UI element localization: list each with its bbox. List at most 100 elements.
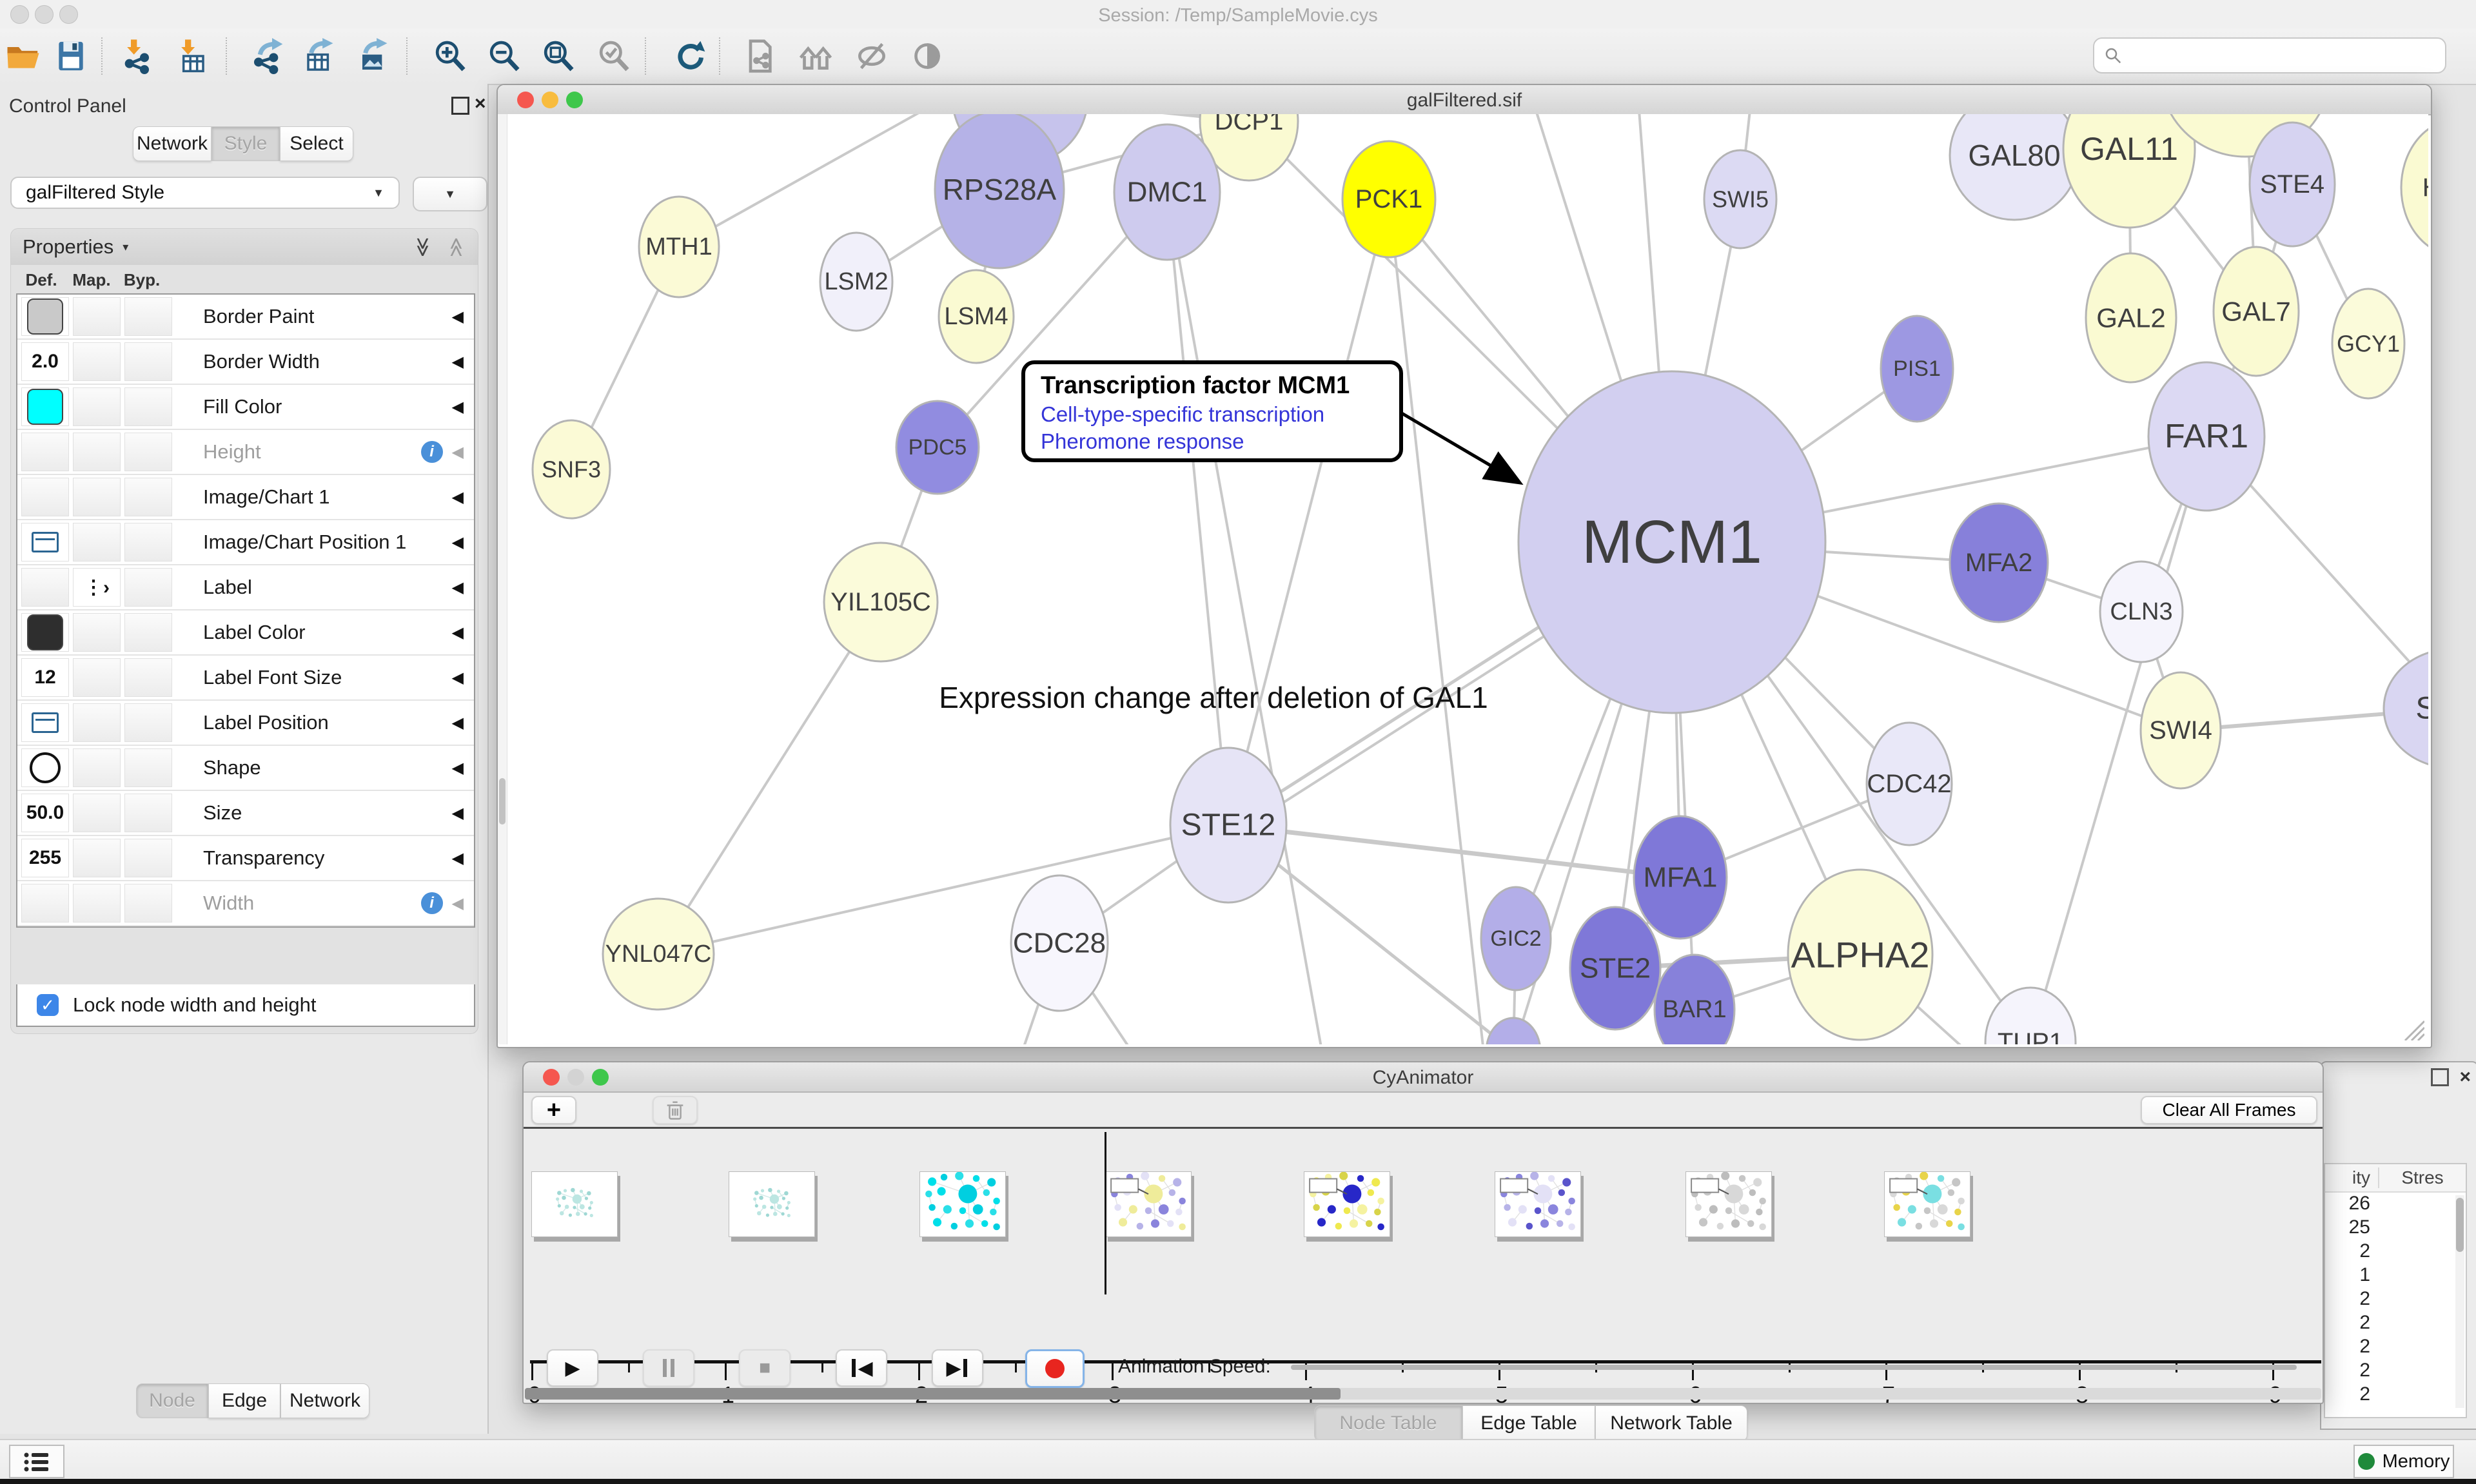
- expand-all-icon[interactable]: ≫: [411, 237, 434, 257]
- task-history-button[interactable]: [9, 1445, 64, 1478]
- search-field[interactable]: [2093, 37, 2446, 73]
- expand-row-icon[interactable]: ◀: [452, 353, 464, 371]
- node-gal11[interactable]: GAL11: [2063, 114, 2195, 228]
- node-ste4[interactable]: STE4: [2250, 122, 2335, 246]
- expand-row-icon[interactable]: ◀: [452, 849, 464, 868]
- tab-node-table[interactable]: Node Table: [1314, 1405, 1462, 1441]
- record-button[interactable]: [1025, 1349, 1085, 1388]
- node-ste12[interactable]: STE12: [1170, 748, 1286, 903]
- tab-node[interactable]: Node: [136, 1383, 208, 1418]
- expand-row-icon[interactable]: ◀: [452, 488, 464, 507]
- property-row-shape[interactable]: Shape◀: [17, 746, 474, 791]
- refresh-icon[interactable]: [671, 36, 709, 76]
- node-bar1[interactable]: BAR1: [1655, 955, 1734, 1044]
- timeline[interactable]: 0123456789 Seconds: [524, 1129, 2323, 1348]
- property-row-image-chart-position-1[interactable]: Image/Chart Position 1◀: [17, 520, 474, 565]
- lock-size-checkbox[interactable]: ✓: [37, 994, 59, 1016]
- annotation-box[interactable]: Transcription factor MCM1 Cell-type-spec…: [1021, 360, 1403, 462]
- properties-header[interactable]: Properties ▾ ≫ ≪: [11, 229, 478, 265]
- node-gal2[interactable]: GAL2: [2086, 253, 2176, 382]
- column-header[interactable]: ity: [2325, 1167, 2370, 1188]
- delete-frame-button[interactable]: [653, 1096, 698, 1124]
- table-row[interactable]: 2: [2325, 1312, 2466, 1336]
- next-frame-button[interactable]: ▶: [932, 1349, 983, 1387]
- frame-thumbnail-3[interactable]: [919, 1171, 1006, 1237]
- zoom-in-icon[interactable]: [431, 36, 469, 76]
- info-icon[interactable]: i: [421, 892, 443, 914]
- node-rps28a[interactable]: RPS28A: [935, 114, 1064, 268]
- frame-thumbnail-7[interactable]: [1685, 1171, 1772, 1237]
- property-row-height[interactable]: Heighti◀: [17, 430, 474, 475]
- expand-row-icon[interactable]: ◀: [452, 443, 464, 462]
- close-panel-icon[interactable]: ×: [475, 94, 486, 113]
- expand-row-icon[interactable]: ◀: [452, 398, 464, 416]
- animation-speed-slider[interactable]: [1291, 1365, 2297, 1370]
- table-row[interactable]: 2: [2325, 1360, 2466, 1383]
- tab-network[interactable]: Network: [133, 126, 211, 161]
- table-row[interactable]: 1: [2325, 1264, 2466, 1288]
- node-gic2[interactable]: GIC2: [1481, 887, 1551, 990]
- zoom-out-icon[interactable]: [485, 36, 524, 76]
- property-row-border-paint[interactable]: Border Paint◀: [17, 295, 474, 340]
- table-row[interactable]: 2: [2325, 1383, 2466, 1407]
- search-input[interactable]: [2123, 44, 2445, 66]
- node-cdc28[interactable]: CDC28: [1011, 875, 1108, 1011]
- property-row-label-font-size[interactable]: 12Label Font Size◀: [17, 656, 474, 701]
- play-button[interactable]: ▶: [547, 1349, 598, 1387]
- property-row-label[interactable]: ⋮›Label◀: [17, 565, 474, 610]
- cyanimator-titlebar[interactable]: CyAnimator: [524, 1062, 2323, 1093]
- close-panel-icon[interactable]: ×: [2459, 1068, 2471, 1087]
- property-row-label-color[interactable]: Label Color◀: [17, 610, 474, 656]
- node-pdc5[interactable]: PDC5: [896, 401, 979, 494]
- frame-thumbnail-8[interactable]: [1884, 1171, 1970, 1237]
- expand-row-icon[interactable]: ◀: [452, 714, 464, 732]
- tab-network-table[interactable]: Network Table: [1595, 1405, 1747, 1441]
- property-row-width[interactable]: Widthi◀: [17, 881, 474, 926]
- expand-row-icon[interactable]: ◀: [452, 533, 464, 552]
- table-row[interactable]: 2: [2325, 1288, 2466, 1312]
- animator-hscrollbar[interactable]: [525, 1388, 2321, 1400]
- memory-button[interactable]: Memory: [2353, 1445, 2454, 1478]
- expand-row-icon[interactable]: ◀: [452, 578, 464, 597]
- node-lsm2[interactable]: LSM2: [820, 233, 892, 331]
- node-cln3[interactable]: CLN3: [2100, 561, 2183, 662]
- info-icon[interactable]: i: [421, 441, 443, 463]
- color-swatch[interactable]: [27, 389, 63, 425]
- node-mfa1[interactable]: MFA1: [1634, 816, 1727, 939]
- expand-row-icon[interactable]: ◀: [452, 623, 464, 642]
- expand-row-icon[interactable]: ◀: [452, 804, 464, 823]
- node-ynl047c[interactable]: YNL047C: [603, 899, 714, 1010]
- float-panel-icon[interactable]: [2431, 1068, 2449, 1086]
- tab-style[interactable]: Style: [211, 126, 280, 161]
- color-swatch[interactable]: [27, 298, 63, 335]
- expand-row-icon[interactable]: ◀: [452, 669, 464, 687]
- node-far1[interactable]: FAR1: [2148, 362, 2265, 511]
- tab-edge-table[interactable]: Edge Table: [1462, 1405, 1595, 1441]
- frame-thumbnail-5[interactable]: [1304, 1171, 1390, 1237]
- property-row-size[interactable]: 50.0Size◀: [17, 791, 474, 836]
- annotation-link[interactable]: Cell-type-specific transcription: [1041, 402, 1399, 427]
- tab-select[interactable]: Select: [280, 126, 353, 161]
- expand-row-icon[interactable]: ◀: [452, 894, 464, 913]
- add-frame-button[interactable]: +: [531, 1096, 576, 1124]
- style-select[interactable]: galFiltered Style ▼: [10, 177, 400, 209]
- node-unlabeled[interactable]: [1486, 1018, 1540, 1044]
- tab-edge[interactable]: Edge: [208, 1383, 280, 1418]
- frame-thumbnail-2[interactable]: [729, 1171, 815, 1237]
- style-options-button[interactable]: ▼: [413, 177, 487, 211]
- node-hap2[interactable]: HAP2: [2401, 120, 2428, 255]
- node-pck1[interactable]: PCK1: [1342, 141, 1435, 257]
- clear-all-frames-button[interactable]: Clear All Frames: [2141, 1096, 2317, 1124]
- resize-grip[interactable]: [2399, 1015, 2424, 1040]
- node-gal7[interactable]: GAL7: [2214, 247, 2299, 376]
- node-lsm4[interactable]: LSM4: [939, 270, 1014, 363]
- network-vscrollbar[interactable]: [498, 114, 507, 1044]
- frame-thumbnail-6[interactable]: [1495, 1171, 1581, 1237]
- node-yil105c[interactable]: YIL105C: [824, 543, 938, 661]
- stop-button[interactable]: ■: [739, 1349, 791, 1387]
- copy-document-icon[interactable]: [740, 36, 779, 76]
- playhead[interactable]: [1105, 1132, 1106, 1294]
- node-slt2[interactable]: SLT2: [2384, 649, 2428, 768]
- node-gal80[interactable]: GAL80: [1950, 114, 2079, 220]
- mapping-icon[interactable]: ⋮›: [84, 576, 110, 599]
